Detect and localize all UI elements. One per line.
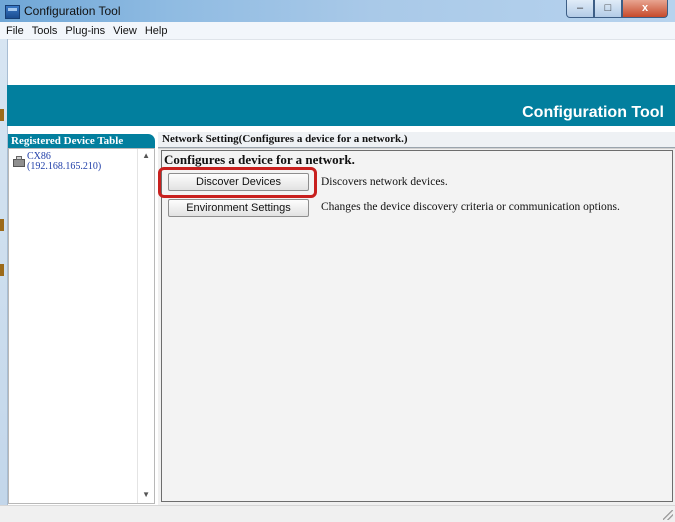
network-setting-tab-label: Network Setting(Configures a device for … — [162, 133, 408, 145]
scroll-down-arrow-icon[interactable]: ▼ — [142, 490, 150, 499]
environment-settings-description: Changes the device discovery criteria or… — [321, 201, 620, 213]
status-bar — [0, 505, 675, 522]
close-button[interactable]: x — [622, 0, 668, 18]
registered-device-table-tab[interactable]: Registered Device Table — [8, 134, 155, 148]
discover-devices-highlight — [158, 167, 317, 198]
section-heading: Configures a device for a network. — [164, 152, 355, 167]
title-bar: Configuration Tool – □ x — [0, 0, 675, 23]
menu-view[interactable]: View — [109, 25, 141, 37]
device-ip: (192.168.165.210) — [27, 161, 102, 172]
network-setting-tab[interactable]: Network Setting(Configures a device for … — [158, 132, 675, 148]
scroll-up-arrow-icon[interactable]: ▲ — [142, 151, 150, 160]
menu-bar: File Tools Plug-ins View Help — [0, 22, 675, 40]
printer-icon — [13, 156, 25, 167]
environment-settings-button[interactable]: Environment Settings — [168, 199, 309, 217]
discover-devices-description: Discovers network devices. — [321, 176, 448, 188]
app-banner: Configuration Tool — [7, 85, 675, 126]
banner-title: Configuration Tool — [522, 104, 664, 121]
app-icon — [5, 5, 20, 19]
resize-grip-icon[interactable] — [663, 510, 673, 520]
window-controls: – □ x — [566, 0, 668, 19]
menu-file[interactable]: File — [0, 25, 28, 37]
maximize-button[interactable]: □ — [594, 0, 622, 18]
window-title: Configuration Tool — [24, 4, 121, 18]
registered-device-list: CX86 (192.168.165.210) ▲ ▼ — [8, 148, 155, 504]
edge-marker — [0, 219, 4, 231]
minimize-button[interactable]: – — [566, 0, 594, 18]
edge-marker — [0, 109, 4, 121]
menu-plugins[interactable]: Plug-ins — [61, 25, 109, 37]
device-list-scrollbar[interactable] — [137, 149, 154, 503]
edge-marker — [0, 264, 4, 276]
menu-help[interactable]: Help — [141, 25, 172, 37]
menu-tools[interactable]: Tools — [28, 25, 62, 37]
